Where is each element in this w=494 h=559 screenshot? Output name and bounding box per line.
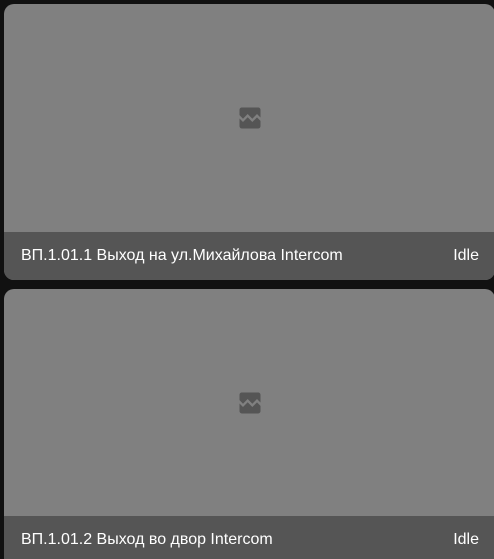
camera-name: ВП.1.01.2 Выход во двор Intercom <box>21 531 273 548</box>
image-broken-icon <box>236 389 264 417</box>
camera-card[interactable]: ВП.1.01.2 Выход во двор Intercom Idle <box>4 289 494 559</box>
camera-card[interactable]: ВП.1.01.1 Выход на ул.Михайлова Intercom… <box>4 4 494 280</box>
camera-preview[interactable] <box>4 4 494 232</box>
camera-footer: ВП.1.01.1 Выход на ул.Михайлова Intercom… <box>4 232 494 280</box>
image-broken-icon <box>236 104 264 132</box>
camera-grid: ВП.1.01.1 Выход на ул.Михайлова Intercom… <box>0 0 494 559</box>
camera-name: ВП.1.01.1 Выход на ул.Михайлова Intercom <box>21 247 343 264</box>
camera-state: Idle <box>453 247 479 264</box>
camera-footer: ВП.1.01.2 Выход во двор Intercom Idle <box>4 516 494 559</box>
camera-preview[interactable] <box>4 289 494 516</box>
camera-state: Idle <box>453 531 479 548</box>
